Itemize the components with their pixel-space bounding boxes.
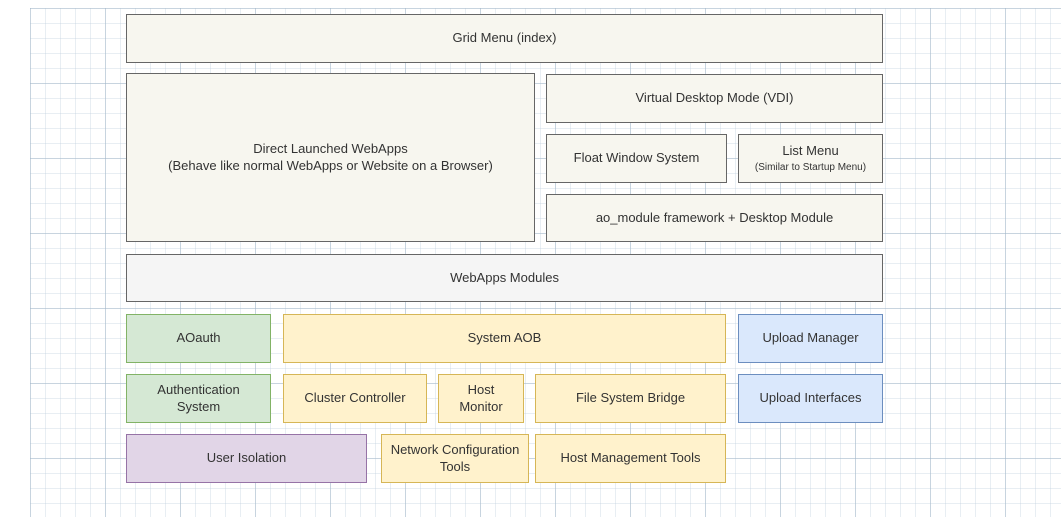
node-direct-launched-webapps[interactable]: Direct Launched WebApps (Behave like nor… [126,73,535,242]
node-ao-module-framework-label: ao_module framework + Desktop Module [596,210,833,227]
node-user-isolation[interactable]: User Isolation [126,434,367,483]
node-system-aob[interactable]: System AOB [283,314,726,363]
node-list-menu[interactable]: List Menu (Similar to Startup Menu) [738,134,883,183]
node-authentication-system[interactable]: Authentication System [126,374,271,423]
node-float-window-system[interactable]: Float Window System [546,134,727,183]
node-grid-menu-label: Grid Menu (index) [452,30,556,47]
node-host-monitor[interactable]: Host Monitor [438,374,524,423]
node-float-window-system-label: Float Window System [574,150,700,167]
node-grid-menu[interactable]: Grid Menu (index) [126,14,883,63]
node-upload-interfaces-label: Upload Interfaces [760,390,862,407]
node-webapps-modules-label: WebApps Modules [450,270,559,287]
node-webapps-modules[interactable]: WebApps Modules [126,254,883,302]
node-host-monitor-label: Host Monitor [450,382,512,416]
node-system-aob-label: System AOB [468,330,542,347]
node-virtual-desktop-mode[interactable]: Virtual Desktop Mode (VDI) [546,74,883,123]
node-cluster-controller[interactable]: Cluster Controller [283,374,427,423]
node-upload-interfaces[interactable]: Upload Interfaces [738,374,883,423]
diagram-viewport: Grid Menu (index) Direct Launched WebApp… [0,0,1061,525]
node-host-management-tools[interactable]: Host Management Tools [535,434,726,483]
node-ao-module-framework[interactable]: ao_module framework + Desktop Module [546,194,883,242]
node-network-configuration-tools-label: Network Configuration Tools [387,442,523,476]
node-aoauth-label: AOauth [176,330,220,347]
node-host-management-tools-label: Host Management Tools [561,450,701,467]
node-list-menu-title: List Menu [782,143,838,160]
node-authentication-system-label: Authentication System [140,382,258,416]
node-virtual-desktop-mode-label: Virtual Desktop Mode (VDI) [636,90,794,107]
node-upload-manager[interactable]: Upload Manager [738,314,883,363]
node-file-system-bridge[interactable]: File System Bridge [535,374,726,423]
node-file-system-bridge-label: File System Bridge [576,390,685,407]
node-user-isolation-label: User Isolation [207,450,286,467]
node-aoauth[interactable]: AOauth [126,314,271,363]
node-direct-launched-webapps-label: Direct Launched WebApps (Behave like nor… [168,141,493,175]
node-network-configuration-tools[interactable]: Network Configuration Tools [381,434,529,483]
node-list-menu-subtitle: (Similar to Startup Menu) [755,161,866,174]
node-upload-manager-label: Upload Manager [762,330,858,347]
node-cluster-controller-label: Cluster Controller [304,390,405,407]
